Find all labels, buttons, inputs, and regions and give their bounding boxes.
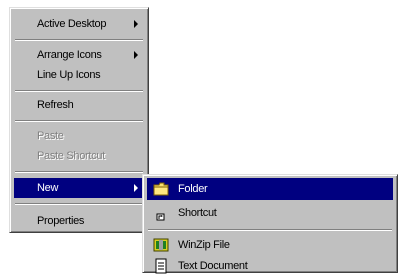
menu-separator	[15, 120, 143, 122]
submenu-item-label: Folder	[178, 183, 208, 195]
submenu-item-text-document[interactable]: Text Document	[147, 255, 393, 277]
menu-item-label: Line Up Icons	[37, 69, 101, 81]
menu-separator	[148, 229, 392, 231]
menu-item-label: Active Desktop	[37, 18, 107, 30]
winzip-icon	[153, 238, 169, 252]
submenu-arrow-icon	[134, 51, 138, 59]
new-submenu: Folder Shortcut WinZip File Text Documen…	[142, 174, 398, 274]
menu-item-label: Properties	[37, 215, 85, 227]
submenu-arrow-icon	[134, 20, 138, 28]
menu-item-refresh[interactable]: Refresh	[14, 95, 144, 115]
menu-item-properties[interactable]: Properties	[14, 211, 144, 231]
menu-item-new[interactable]: New	[14, 178, 144, 198]
submenu-item-label: Shortcut	[178, 207, 217, 219]
menu-item-label: Arrange Icons	[37, 49, 102, 61]
desktop-context-menu: Active Desktop Arrange Icons Line Up Ico…	[9, 7, 149, 233]
shortcut-icon	[156, 213, 165, 221]
menu-separator	[15, 90, 143, 92]
submenu-item-label: WinZip File	[178, 239, 230, 251]
submenu-item-winzip-file[interactable]: WinZip File	[147, 234, 393, 256]
menu-separator	[15, 171, 143, 173]
submenu-item-label: Text Document	[178, 260, 248, 272]
submenu-item-folder[interactable]: Folder	[147, 178, 393, 200]
submenu-item-shortcut[interactable]: Shortcut	[147, 202, 393, 224]
menu-item-label: Paste Shortcut	[37, 150, 105, 162]
menu-separator	[15, 39, 143, 41]
menu-item-label: Refresh	[37, 99, 74, 111]
menu-item-paste: Paste	[14, 126, 144, 146]
menu-item-active-desktop[interactable]: Active Desktop	[14, 14, 144, 34]
menu-separator	[15, 203, 143, 205]
menu-item-line-up-icons[interactable]: Line Up Icons	[14, 65, 144, 85]
menu-item-label: Paste	[37, 130, 64, 142]
folder-icon	[153, 182, 169, 196]
submenu-arrow-icon	[134, 184, 138, 192]
menu-item-arrange-icons[interactable]: Arrange Icons	[14, 45, 144, 65]
menu-item-label: New	[37, 182, 59, 194]
text-document-icon	[155, 258, 167, 274]
menu-item-paste-shortcut: Paste Shortcut	[14, 146, 144, 166]
